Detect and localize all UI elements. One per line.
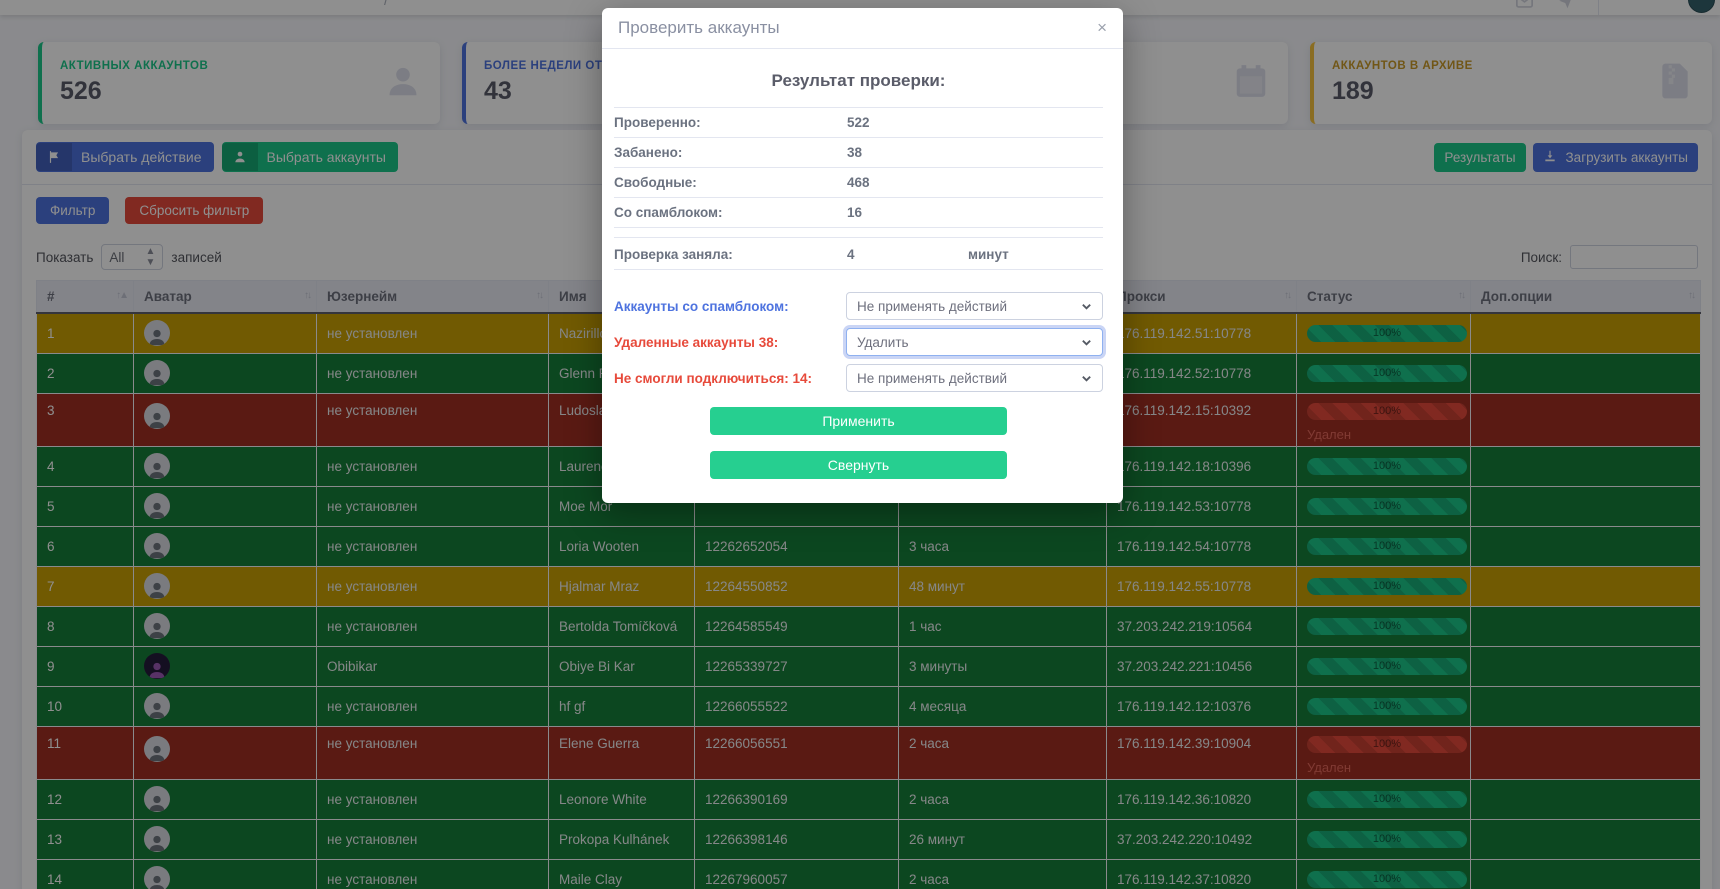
result-row: Забанено: 38 [614,138,1103,168]
action-row: Не смогли подключиться: 14: Не применять… [614,364,1103,392]
deleted-accounts-label: Удаленные аккаунты 38: [614,335,846,350]
chevron-down-icon [1081,337,1092,348]
results-table: Проверенно: 522 Забанено: 38 Свободные: … [614,107,1103,270]
check-accounts-modal: Проверить аккаунты × Результат проверки:… [602,8,1123,503]
duration-row: Проверка заняла: 4 минут [614,240,1103,270]
action-row: Удаленные аккаунты 38: Удалить [614,328,1103,356]
spamblock-label: Аккаунты со спамблоком: [614,299,846,314]
chevron-down-icon [1081,373,1092,384]
modal-actions: Аккаунты со спамблоком: Не применять дей… [614,292,1103,392]
divider [614,228,1103,238]
apply-button[interactable]: Применить [710,407,1007,435]
result-row: Свободные: 468 [614,168,1103,198]
result-row: Со спамблоком: 16 [614,198,1103,228]
close-icon[interactable]: × [1097,18,1107,38]
not-connected-action-select[interactable]: Не применять действий [846,364,1103,392]
modal-body: Результат проверки: Проверенно: 522 Заба… [602,49,1123,503]
deleted-accounts-action-select[interactable]: Удалить [846,328,1103,356]
chevron-down-icon [1081,301,1092,312]
modal-header: Проверить аккаунты × [602,8,1123,49]
result-row: Проверенно: 522 [614,108,1103,138]
results-heading: Результат проверки: [614,71,1103,91]
collapse-button[interactable]: Свернуть [710,451,1007,479]
not-connected-label: Не смогли подключиться: 14: [614,371,846,386]
action-row: Аккаунты со спамблоком: Не применять дей… [614,292,1103,320]
spamblock-action-select[interactable]: Не применять действий [846,292,1103,320]
modal-title: Проверить аккаунты [618,18,780,38]
